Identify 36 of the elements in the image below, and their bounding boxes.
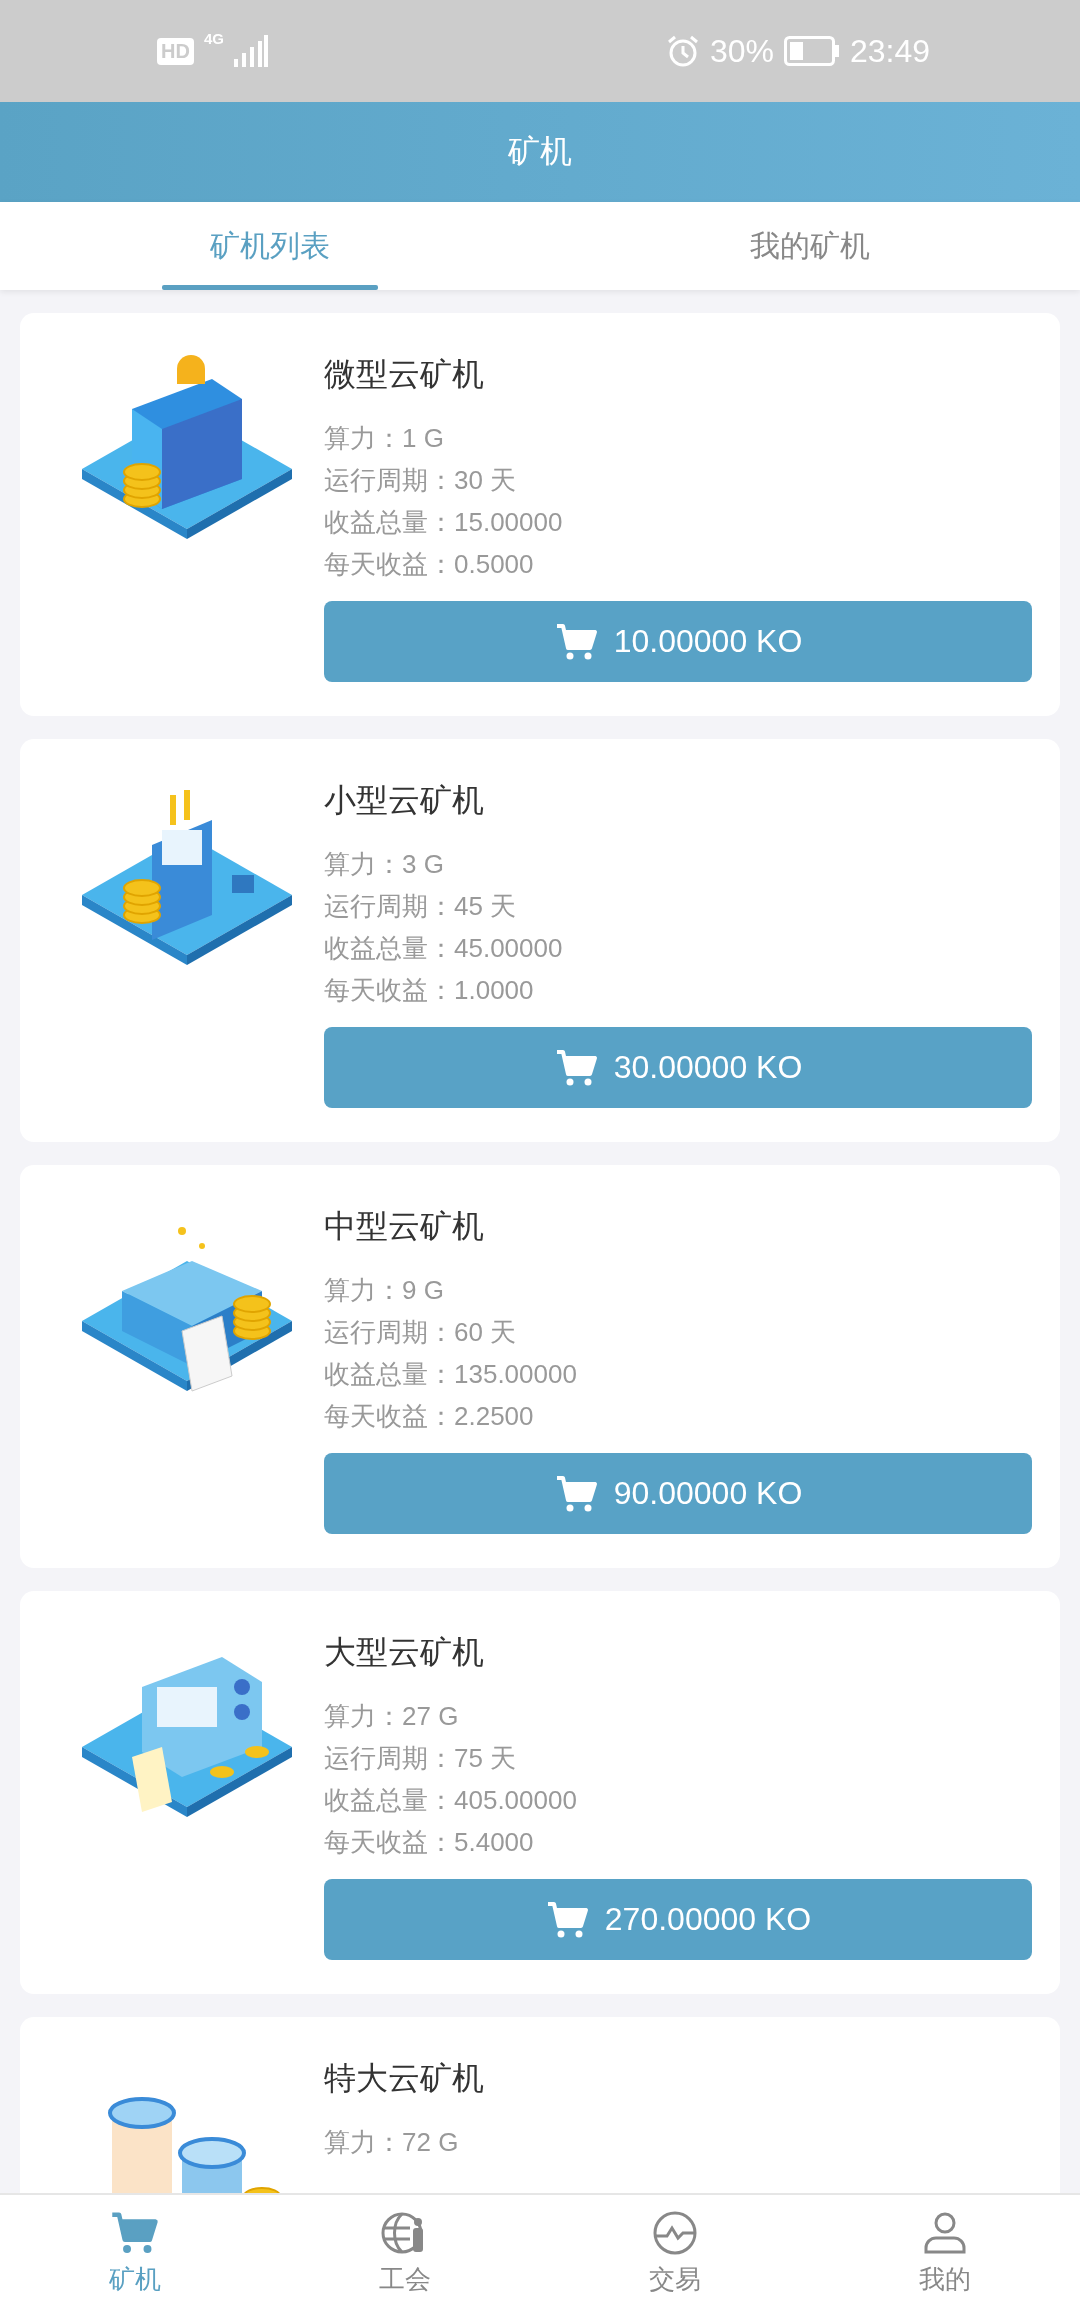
machine-name: 小型云矿机 xyxy=(324,781,485,820)
machine-spec: 算力：72 G xyxy=(324,2126,460,2159)
machine-spec: 算力：27 G xyxy=(324,1700,460,1733)
buy-button[interactable]: 270.00000 KO xyxy=(324,1879,1032,1960)
machine-name: 微型云矿机 xyxy=(324,355,485,394)
tab[interactable]: 我的矿机 xyxy=(540,202,1080,290)
machine-name: 特大云矿机 xyxy=(324,2059,485,2098)
machine-spec: 每天收益：0.5000 xyxy=(324,548,535,581)
machine-spec: 收益总量：405.00000 xyxy=(324,1784,578,1817)
machine-spec: 收益总量：45.00000 xyxy=(324,932,564,965)
nav-tab[interactable]: 工会 xyxy=(270,2195,540,2310)
machine-spec: 收益总量：135.00000 xyxy=(324,1358,578,1391)
machine-spec: 算力：1 G xyxy=(324,422,445,455)
machine-spec: 收益总量：15.00000 xyxy=(324,506,564,539)
buy-button[interactable]: 90.00000 KO xyxy=(324,1453,1032,1534)
tab[interactable]: 矿机列表 xyxy=(0,202,540,290)
page-title: 矿机 xyxy=(508,132,572,171)
signal-icon xyxy=(233,35,268,67)
alarm-icon xyxy=(665,34,700,68)
machine-spec: 每天收益：5.4000 xyxy=(324,1826,535,1859)
nav-tab[interactable]: 我的 xyxy=(810,2195,1080,2310)
machine-spec: 算力：9 G xyxy=(324,1274,445,1307)
machine-name: 中型云矿机 xyxy=(324,1207,485,1246)
machine-spec: 运行周期：60 天 xyxy=(324,1316,518,1349)
machine-spec: 运行周期：30 天 xyxy=(324,464,518,497)
nav-tab[interactable]: 矿机 xyxy=(0,2195,270,2310)
machine-spec: 运行周期：75 天 xyxy=(324,1742,518,1775)
nav-tab[interactable]: 交易 xyxy=(540,2195,810,2310)
machine-spec: 每天收益：1.0000 xyxy=(324,974,535,1007)
battery-icon xyxy=(783,36,840,66)
machine-name: 大型云矿机 xyxy=(324,1633,485,1672)
machine-spec: 算力：3 G xyxy=(324,848,445,881)
buy-button[interactable]: 10.00000 KO xyxy=(324,601,1032,682)
machine-spec: 运行周期：45 天 xyxy=(324,890,518,923)
machine-spec: 每天收益：2.2500 xyxy=(324,1400,535,1433)
buy-button[interactable]: 30.00000 KO xyxy=(324,1027,1032,1108)
